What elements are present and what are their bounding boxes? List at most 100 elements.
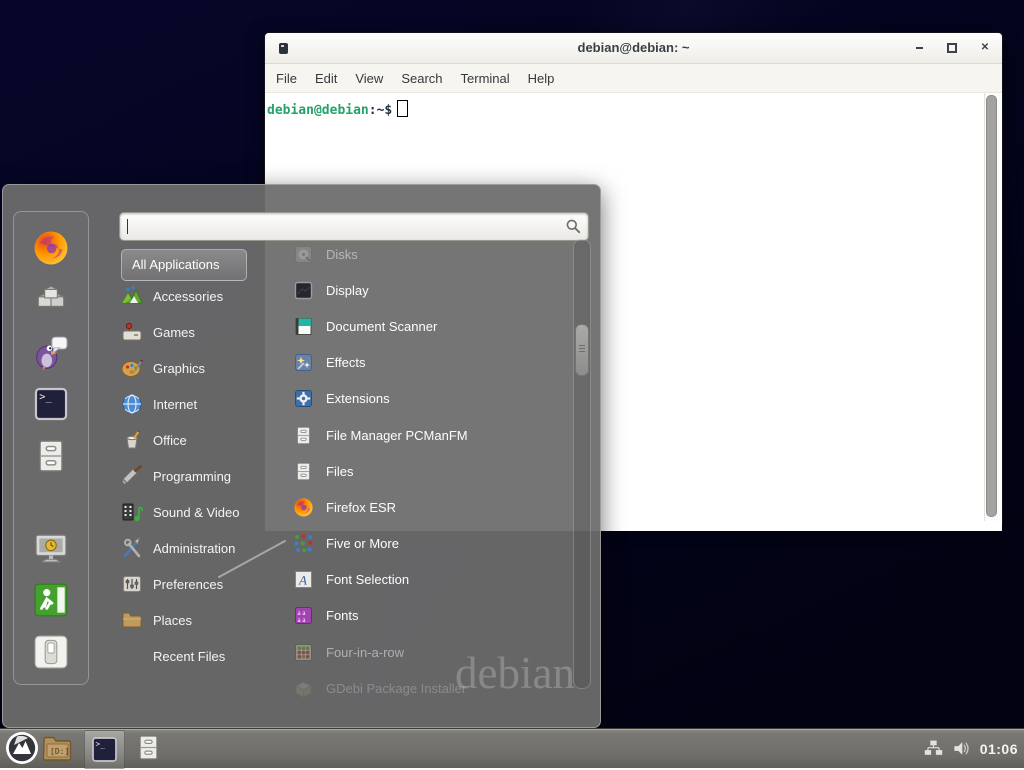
prompt-user: debian@debian bbox=[267, 103, 369, 118]
accessories-icon bbox=[121, 285, 143, 307]
apps-scrollbar-thumb[interactable] bbox=[575, 324, 589, 376]
disks-icon bbox=[293, 244, 314, 265]
category-graphics[interactable]: Graphics bbox=[121, 350, 289, 386]
app-row-fonts[interactable]: a aa a Fonts bbox=[293, 598, 573, 634]
search-input[interactable] bbox=[126, 215, 556, 236]
app-row-effects[interactable]: Effects bbox=[293, 345, 573, 381]
menu-item-file[interactable]: File bbox=[276, 71, 297, 86]
terminal-task-button[interactable] bbox=[84, 730, 125, 769]
category-preferences[interactable]: Preferences bbox=[121, 566, 289, 602]
search-icon bbox=[565, 218, 582, 235]
fonts-icon: a aa a bbox=[293, 605, 314, 626]
administration-icon bbox=[121, 537, 143, 559]
office-icon bbox=[121, 429, 143, 451]
window-controls: ✕ bbox=[914, 33, 990, 63]
firefox-esr-icon bbox=[293, 497, 314, 518]
desktop: debian@debian: ~ ✕ File Edit View Search… bbox=[0, 0, 1024, 768]
category-places[interactable]: Places bbox=[121, 602, 289, 638]
programming-icon bbox=[121, 465, 143, 487]
apps-scrollbar[interactable] bbox=[573, 239, 591, 689]
category-programming[interactable]: Programming bbox=[121, 458, 289, 494]
folder-icon: [D:] bbox=[42, 733, 73, 764]
terminal-launcher-icon[interactable] bbox=[32, 385, 70, 423]
svg-text:[D:]: [D:] bbox=[50, 747, 69, 756]
prompt-path: :~$ bbox=[369, 103, 392, 118]
logout-icon[interactable] bbox=[32, 581, 70, 619]
app-row-five-or-more[interactable]: Five or More bbox=[293, 526, 573, 562]
menu-item-edit[interactable]: Edit bbox=[315, 71, 337, 86]
graphics-icon bbox=[121, 357, 143, 379]
app-row-disks[interactable]: Disks bbox=[293, 236, 573, 272]
maximize-icon[interactable] bbox=[947, 43, 957, 53]
extensions-icon bbox=[293, 388, 314, 409]
svg-text:a a: a a bbox=[298, 616, 307, 624]
sound-video-icon bbox=[121, 501, 143, 523]
terminal-scrollbar-thumb[interactable] bbox=[986, 95, 997, 517]
app-row-firefox-esr[interactable]: Firefox ESR bbox=[293, 489, 573, 525]
system-tray: 01:06 bbox=[924, 729, 1018, 768]
svg-text:A: A bbox=[298, 573, 307, 588]
menu-button[interactable] bbox=[5, 731, 39, 765]
close-icon[interactable]: ✕ bbox=[980, 43, 990, 53]
places-icon bbox=[121, 609, 143, 631]
menu-item-view[interactable]: View bbox=[355, 71, 383, 86]
menu-favorites-sidebar bbox=[13, 211, 89, 685]
menu-item-terminal[interactable]: Terminal bbox=[461, 71, 510, 86]
all-applications-label: All Applications bbox=[122, 250, 246, 280]
category-list: Accessories Games Graphics Internet Offi… bbox=[121, 278, 289, 674]
terminal-scrollbar[interactable] bbox=[984, 93, 1000, 521]
app-row-four-in-a-row[interactable]: Four-in-a-row bbox=[293, 634, 573, 670]
lock-screen-icon[interactable] bbox=[32, 529, 70, 567]
four-in-a-row-icon bbox=[293, 642, 314, 663]
internet-icon bbox=[121, 393, 143, 415]
files-icon bbox=[293, 461, 314, 482]
application-list: Disks Display Document Scanner Effects E… bbox=[293, 236, 573, 706]
file-manager-pcmanfm-icon bbox=[293, 425, 314, 446]
folder-launcher[interactable]: [D:] bbox=[42, 733, 73, 764]
taskbar: [D:] 01:06 bbox=[0, 728, 1024, 768]
file-cabinet-icon bbox=[134, 733, 163, 762]
terminal-menubar: File Edit View Search Terminal Help bbox=[265, 64, 1002, 93]
app-row-files[interactable]: Files bbox=[293, 453, 573, 489]
category-internet[interactable]: Internet bbox=[121, 386, 289, 422]
app-row-file-manager-pcmanfm[interactable]: File Manager PCManFM bbox=[293, 417, 573, 453]
file-manager-launcher[interactable] bbox=[134, 733, 163, 764]
all-applications-button[interactable]: All Applications bbox=[121, 249, 247, 281]
category-accessories[interactable]: Accessories bbox=[121, 278, 289, 314]
category-administration[interactable]: Administration bbox=[121, 530, 289, 566]
clock[interactable]: 01:06 bbox=[980, 741, 1018, 757]
category-sound-video[interactable]: Sound & Video bbox=[121, 494, 289, 530]
display-icon bbox=[293, 280, 314, 301]
app-row-gdebi-package-installer[interactable]: GDebi Package Installer bbox=[293, 670, 573, 706]
app-row-font-selection[interactable]: A Font Selection bbox=[293, 562, 573, 598]
games-icon bbox=[121, 321, 143, 343]
menu-logo-icon bbox=[5, 731, 39, 765]
app-row-extensions[interactable]: Extensions bbox=[293, 381, 573, 417]
font-selection-icon: A bbox=[293, 569, 314, 590]
app-row-document-scanner[interactable]: Document Scanner bbox=[293, 308, 573, 344]
gdebi-icon bbox=[293, 678, 314, 699]
shutdown-icon[interactable] bbox=[32, 633, 70, 671]
five-or-more-icon bbox=[293, 533, 314, 554]
menu-item-help[interactable]: Help bbox=[528, 71, 555, 86]
volume-icon[interactable] bbox=[952, 739, 971, 758]
terminal-titlebar[interactable]: debian@debian: ~ ✕ bbox=[265, 33, 1002, 64]
category-office[interactable]: Office bbox=[121, 422, 289, 458]
terminal-cursor bbox=[397, 100, 408, 117]
category-recent-files[interactable]: Recent Files bbox=[121, 638, 289, 674]
menu-item-search[interactable]: Search bbox=[401, 71, 442, 86]
effects-icon bbox=[293, 352, 314, 373]
terminal-title: debian@debian: ~ bbox=[265, 33, 1002, 63]
file-manager-icon[interactable] bbox=[32, 437, 70, 475]
preferences-icon bbox=[121, 573, 143, 595]
category-games[interactable]: Games bbox=[121, 314, 289, 350]
terminal-task-icon bbox=[90, 735, 119, 764]
app-row-display[interactable]: Display bbox=[293, 272, 573, 308]
document-scanner-icon bbox=[293, 316, 314, 337]
network-icon[interactable] bbox=[924, 739, 943, 758]
software-manager-icon[interactable] bbox=[32, 281, 70, 319]
application-menu: debian bbox=[2, 184, 601, 728]
pidgin-icon[interactable] bbox=[32, 333, 70, 371]
firefox-icon[interactable] bbox=[32, 229, 70, 267]
minimize-icon[interactable] bbox=[914, 43, 924, 53]
